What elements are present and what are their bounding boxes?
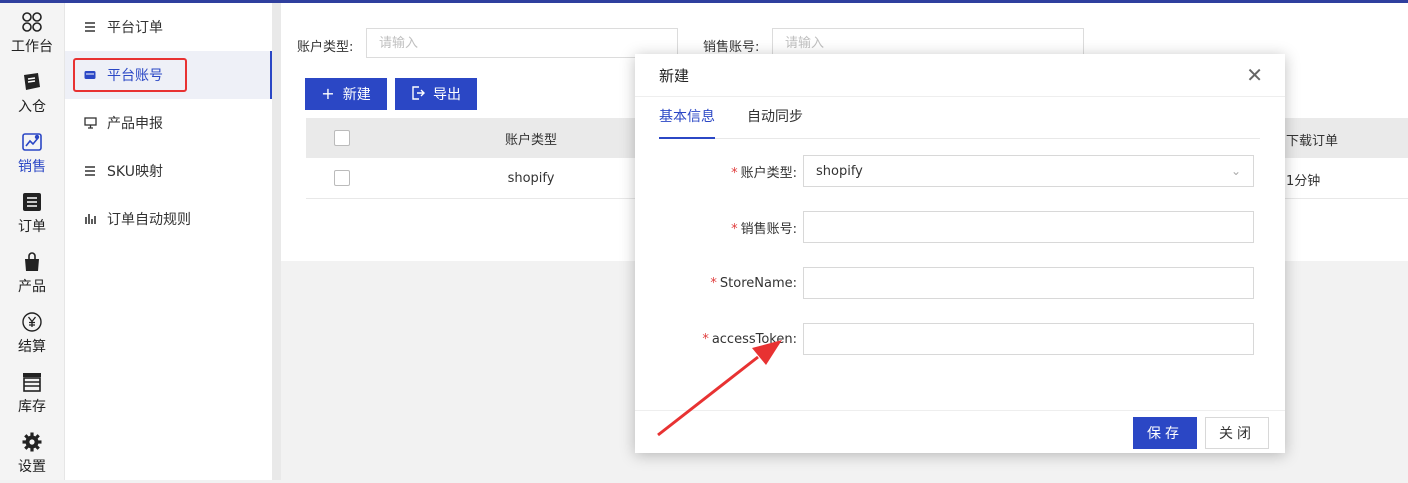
save-button[interactable]: 保存 <box>1133 417 1197 449</box>
plus-icon: + <box>321 84 335 103</box>
access-token-field[interactable] <box>803 323 1254 355</box>
sales-submenu: 平台订单 平台账号 产品申报 SKU映射 订单自动规则 <box>64 3 273 480</box>
row-checkbox[interactable] <box>334 170 350 186</box>
nav-inbound[interactable]: 入仓 <box>0 63 64 123</box>
nav-label: 结算 <box>18 339 46 355</box>
list-icon <box>83 20 97 34</box>
access-token-label: accessToken: <box>711 331 797 347</box>
tab-basic-info[interactable]: 基本信息 <box>659 106 715 139</box>
account-type-label: 账户类型: <box>740 165 797 181</box>
submenu-item-product-declaration[interactable]: 产品申报 <box>65 99 273 147</box>
store-name-label: StoreName: <box>719 275 797 291</box>
submenu-item-sku-mapping[interactable]: SKU映射 <box>65 147 273 195</box>
sales-account-label: 销售账号: <box>740 221 797 237</box>
dialog-footer: 保存 关闭 <box>635 410 1285 453</box>
cell-download-orders: 1分钟 <box>1286 174 1321 189</box>
form-row-store-name: * StoreName: <box>635 267 1285 299</box>
submenu-label: 平台账号 <box>107 68 163 84</box>
nav-inventory[interactable]: 库存 <box>0 363 64 423</box>
nav-label: 销售 <box>18 159 46 175</box>
submenu-item-order-auto-rules[interactable]: 订单自动规则 <box>65 195 273 243</box>
grid-icon <box>20 10 44 34</box>
nav-label: 订单 <box>18 219 46 235</box>
row-checkbox-cell <box>306 170 378 186</box>
close-button[interactable]: 关闭 <box>1205 417 1269 449</box>
account-type-select[interactable]: shopify ⌄ <box>803 155 1254 187</box>
field-label: * accessToken: <box>635 332 803 347</box>
sales-account-field[interactable] <box>803 211 1254 243</box>
main-nav-rail: 工作台 入仓 销售 订单 产品 结算 库存 设置 <box>0 3 64 480</box>
field-label: * 销售账号: <box>635 218 803 237</box>
nav-sales[interactable]: 销售 <box>0 123 64 183</box>
required-mark: * <box>710 275 717 291</box>
export-button[interactable]: 导出 <box>395 78 477 110</box>
list-icon <box>83 164 97 178</box>
nav-label: 工作台 <box>11 39 53 55</box>
nav-workbench[interactable]: 工作台 <box>0 3 64 63</box>
chevron-down-icon: ⌄ <box>1230 164 1241 178</box>
store-name-field[interactable] <box>803 267 1254 299</box>
submenu-label: 产品申报 <box>107 116 163 132</box>
dialog-tabs: 基本信息 自动同步 <box>659 106 1260 139</box>
bars-icon <box>83 212 97 226</box>
required-mark: * <box>731 165 738 181</box>
bag-icon <box>20 250 44 274</box>
tab-auto-sync[interactable]: 自动同步 <box>747 106 803 137</box>
header-checkbox-cell <box>306 130 378 146</box>
field-label: * StoreName: <box>635 276 803 291</box>
gear-icon <box>20 430 44 454</box>
account-type-value: shopify <box>816 163 863 179</box>
nav-label: 库存 <box>18 399 46 415</box>
close-icon[interactable]: ✕ <box>1246 65 1263 85</box>
card-icon <box>83 68 97 82</box>
column-header-download-orders: 下载订单 <box>1286 134 1339 149</box>
dialog-title: 新建 <box>659 66 690 85</box>
filter-account-type-input[interactable] <box>366 28 678 58</box>
nav-orders[interactable]: 订单 <box>0 183 64 243</box>
form-row-account-type: * 账户类型: shopify ⌄ <box>635 155 1285 187</box>
field-label: * 账户类型: <box>635 162 803 181</box>
submenu-label: SKU映射 <box>107 164 163 180</box>
form-row-sales-account: * 销售账号: <box>635 211 1285 243</box>
submenu-item-platform-accounts[interactable]: 平台账号 <box>65 51 273 99</box>
order-list-icon <box>20 190 44 214</box>
storage-icon <box>20 370 44 394</box>
yen-icon <box>20 310 44 334</box>
nav-label: 入仓 <box>18 99 46 115</box>
nav-products[interactable]: 产品 <box>0 243 64 303</box>
select-all-checkbox[interactable] <box>334 130 350 146</box>
form-row-access-token: * accessToken: <box>635 323 1285 355</box>
inbound-icon <box>20 70 44 94</box>
new-account-dialog: 新建 ✕ 基本信息 自动同步 * 账户类型: shopify ⌄ * 销售账号: *… <box>635 54 1285 453</box>
submenu-item-platform-orders[interactable]: 平台订单 <box>65 3 273 51</box>
filter-account-type-label: 账户类型: <box>297 40 354 55</box>
submenu-label: 平台订单 <box>107 20 163 36</box>
nav-label: 产品 <box>18 279 46 295</box>
dialog-header: 新建 ✕ <box>635 54 1285 97</box>
new-button-label: 新建 <box>342 87 371 103</box>
required-mark: * <box>702 331 709 347</box>
monitor-icon <box>83 116 97 130</box>
filter-sales-account-label: 销售账号: <box>703 40 760 55</box>
new-button[interactable]: + 新建 <box>305 78 387 110</box>
required-mark: * <box>731 221 738 237</box>
submenu-label: 订单自动规则 <box>107 212 191 228</box>
submenu-divider <box>272 3 281 480</box>
export-icon <box>411 85 425 103</box>
nav-settings[interactable]: 设置 <box>0 423 64 483</box>
sales-icon <box>20 130 44 154</box>
export-button-label: 导出 <box>433 87 461 103</box>
nav-settlement[interactable]: 结算 <box>0 303 64 363</box>
nav-label: 设置 <box>18 459 46 475</box>
